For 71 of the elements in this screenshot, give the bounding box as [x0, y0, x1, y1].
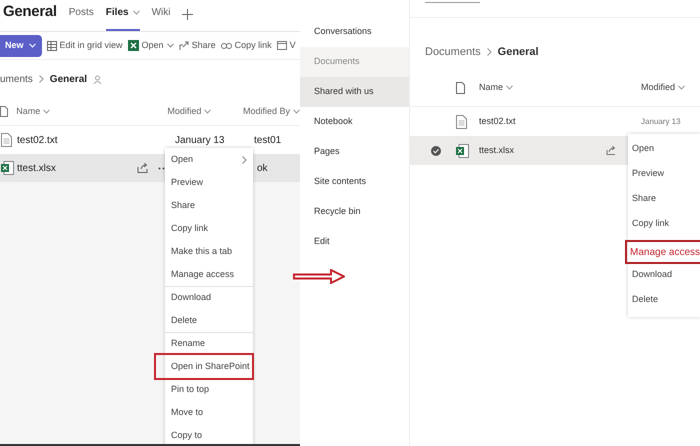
file-name[interactable]: ttest.xlsx — [479, 144, 606, 158]
modified-by: test01 — [254, 134, 282, 146]
chevron-right-icon — [242, 156, 247, 164]
breadcrumb-current: General — [498, 44, 539, 60]
link-icon — [220, 42, 232, 50]
chevron-down-icon — [132, 10, 140, 15]
menu-item[interactable]: Share — [628, 186, 700, 211]
add-icon[interactable] — [182, 9, 194, 20]
menu-item[interactable]: Rename — [165, 332, 253, 355]
share-icon[interactable] — [137, 163, 148, 173]
menu-item[interactable]: Make this a tab — [165, 240, 253, 263]
menu-item[interactable]: Manage access — [165, 263, 253, 286]
menu-item[interactable]: Download — [628, 262, 700, 287]
toolbar-button[interactable]: Share — [178, 38, 216, 52]
document-file-icon — [456, 114, 467, 128]
menu-item[interactable]: Delete — [628, 287, 700, 312]
chevron-right-icon — [486, 48, 492, 56]
new-button[interactable]: New — [0, 34, 42, 56]
file-name[interactable]: test02.txt — [479, 114, 631, 128]
menu-item[interactable]: Copy link — [628, 211, 700, 236]
chevron-down-icon — [678, 85, 686, 90]
toolbar-button[interactable]: Open — [128, 38, 174, 52]
channel-tab[interactable]: Posts — [68, 5, 94, 31]
modified-by: ok — [257, 162, 268, 174]
channel-tab[interactable]: Wiki — [152, 5, 170, 31]
share-icon — [178, 40, 189, 50]
column-header[interactable]: Modified By — [242, 104, 300, 118]
modified-date: January 13 — [175, 134, 224, 146]
breadcrumb-link[interactable]: uments — [0, 72, 33, 86]
breadcrumb-current: General — [50, 72, 88, 86]
menu-item[interactable]: Move to — [165, 401, 253, 424]
file-type-icon — [0, 106, 8, 117]
chevron-down-icon — [28, 43, 36, 48]
menu-item[interactable]: Delete — [165, 309, 253, 332]
menu-item[interactable]: Open in SharePoint — [156, 355, 252, 378]
file-name[interactable]: ttest.xlsx — [17, 160, 137, 176]
menu-item[interactable]: Pin to top — [165, 378, 253, 401]
modified-date: January 13 — [641, 116, 681, 128]
chevron-down-icon — [506, 85, 514, 90]
chevron-down-icon — [166, 43, 174, 48]
column-header[interactable]: Name — [16, 104, 168, 118]
file-type-icon — [456, 82, 465, 94]
toolbar-button[interactable]: Edit in grid view — [46, 38, 123, 52]
people-icon — [93, 74, 102, 84]
toolbar-button[interactable]: Copy link — [220, 38, 272, 52]
checkmark-icon[interactable] — [431, 146, 441, 156]
share-icon[interactable] — [606, 146, 616, 155]
chevron-down-icon — [293, 109, 300, 114]
menu-item[interactable]: Download — [165, 286, 253, 309]
nav-link[interactable]: Shared with us — [300, 77, 409, 107]
grid-icon — [46, 40, 57, 50]
file-name[interactable]: test02.txt — [17, 132, 169, 148]
chevron-down-icon — [204, 109, 212, 114]
chevron-right-icon — [38, 75, 44, 83]
toolbar-button[interactable]: V — [276, 38, 296, 52]
breadcrumb-link[interactable]: Documents — [425, 44, 481, 60]
window-icon — [276, 41, 287, 50]
spreadsheet-file-icon — [1, 161, 14, 175]
menu-item[interactable]: Open — [628, 136, 700, 161]
menu-item[interactable]: Manage access — [627, 242, 700, 262]
document-file-icon — [1, 133, 12, 147]
column-header[interactable]: Modified — [641, 80, 686, 94]
chevron-down-icon — [43, 109, 50, 114]
menu-item[interactable]: Copy to — [165, 424, 253, 446]
spreadsheet-icon — [128, 40, 139, 51]
channel-title: General — [3, 2, 57, 22]
column-header[interactable]: Name — [479, 80, 641, 94]
column-header[interactable]: Modified — [167, 104, 243, 118]
menu-item[interactable]: Share — [165, 194, 253, 217]
menu-item[interactable]: Copy link — [165, 217, 253, 240]
spreadsheet-file-icon — [456, 144, 469, 158]
